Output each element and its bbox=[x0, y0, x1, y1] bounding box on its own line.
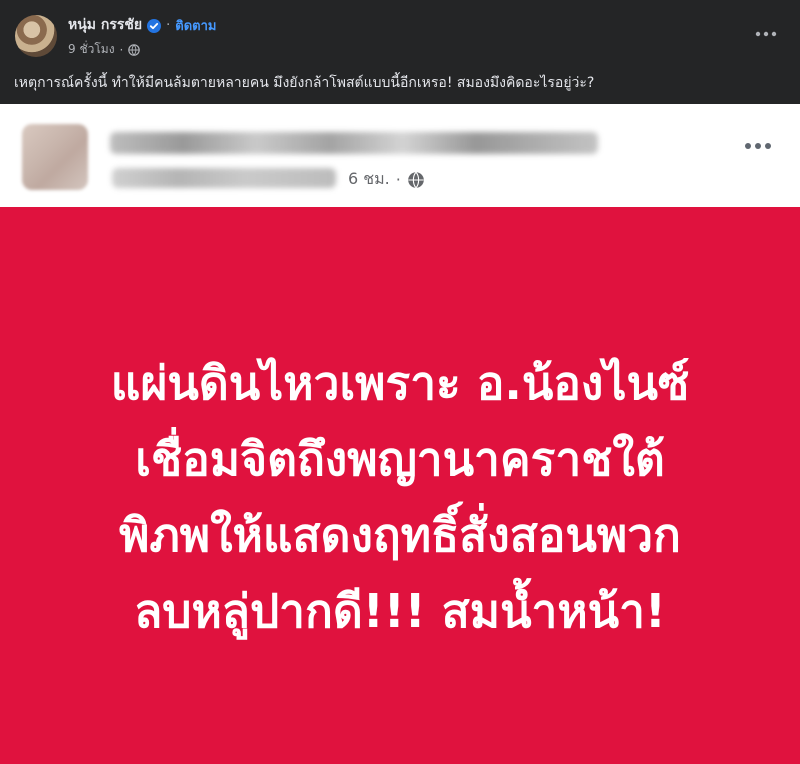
blurred-author-name bbox=[110, 132, 598, 154]
shared-post-header: 6 ชม. · bbox=[0, 104, 800, 207]
image-text-block: แผ่นดินไหวเพราะ อ.น้องไนซ์ เชื่อมจิตถึงพ… bbox=[0, 345, 800, 649]
separator-dot: · bbox=[119, 42, 124, 57]
post-meta: 9 ชั่วโมง · bbox=[68, 40, 141, 59]
author-avatar[interactable] bbox=[15, 15, 57, 57]
blurred-subtitle bbox=[112, 168, 336, 188]
more-horizontal-icon[interactable] bbox=[744, 22, 788, 46]
shared-post-time[interactable]: 6 ชม. bbox=[348, 167, 390, 192]
separator-dot: · bbox=[395, 170, 401, 189]
globe-icon[interactable] bbox=[407, 171, 425, 189]
image-text-line: ลบหลู่ปากดี!!! สมน้ำหน้า! bbox=[134, 584, 666, 638]
image-text-line: พิภพให้แสดงฤทธิ์สั่งสอนพวก bbox=[119, 508, 681, 562]
author-line: หนุ่ม กรรชัย · ติดตาม bbox=[68, 14, 216, 36]
post-header: หนุ่ม กรรชัย · ติดตาม 9 ชั่วโมง · เหตุกา… bbox=[0, 0, 800, 104]
shared-author-avatar-blurred[interactable] bbox=[22, 124, 88, 190]
more-horizontal-icon[interactable] bbox=[736, 134, 780, 158]
author-name[interactable]: หนุ่ม กรรชัย bbox=[68, 14, 142, 36]
image-text-line: เชื่อมจิตถึงพญานาคราชใต้ bbox=[135, 432, 665, 486]
post-time[interactable]: 9 ชั่วโมง bbox=[68, 40, 115, 59]
image-text-line: แผ่นดินไหวเพราะ อ.น้องไนซ์ bbox=[110, 356, 690, 410]
shared-post-text-image[interactable]: แผ่นดินไหวเพราะ อ.น้องไนซ์ เชื่อมจิตถึงพ… bbox=[0, 207, 800, 764]
verified-badge-icon bbox=[147, 18, 162, 33]
globe-icon[interactable] bbox=[128, 43, 141, 56]
shared-post-meta: 6 ชม. · bbox=[348, 167, 425, 192]
post-text: เหตุการณ์ครั้งนี้ ทำให้มีคนล้มตายหลายคน … bbox=[14, 75, 595, 91]
shared-post-card[interactable]: 6 ชม. · แผ่นดินไหวเพราะ อ.น้องไนซ์ เชื่อ… bbox=[0, 104, 800, 764]
separator-dot: · bbox=[166, 17, 171, 33]
follow-button[interactable]: ติดตาม bbox=[175, 15, 216, 36]
facebook-post: หนุ่ม กรรชัย · ติดตาม 9 ชั่วโมง · เหตุกา… bbox=[0, 0, 800, 764]
